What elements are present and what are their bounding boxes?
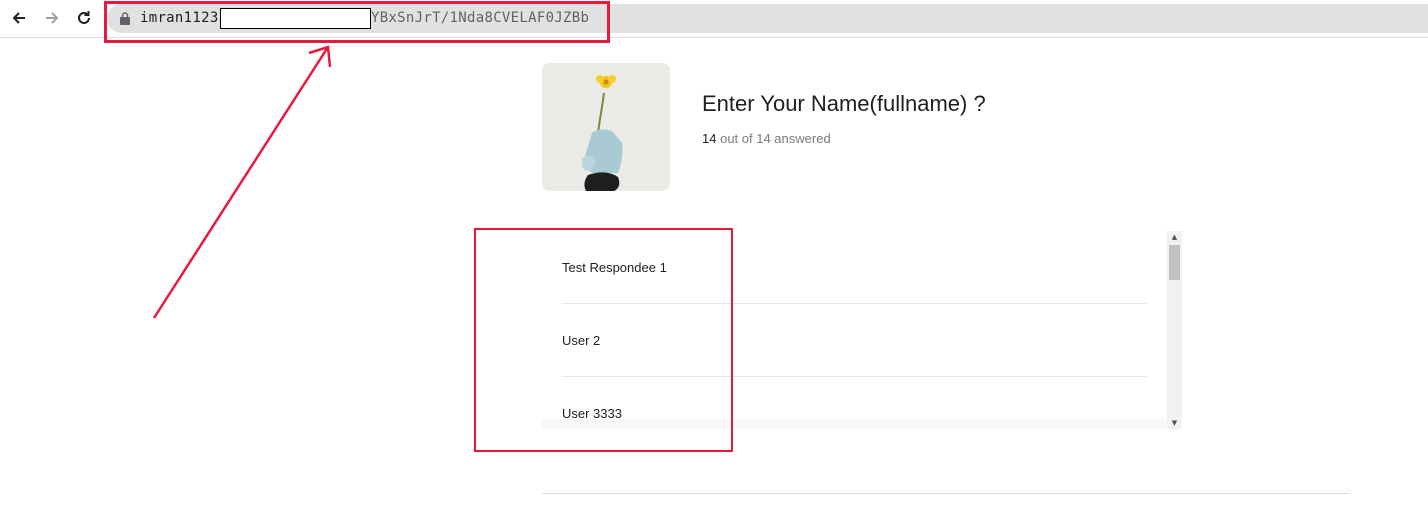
arrow-left-icon bbox=[12, 12, 25, 24]
reload-button[interactable] bbox=[70, 5, 98, 31]
url-text-start: imran1123 bbox=[140, 10, 219, 26]
url-redaction-box bbox=[220, 8, 371, 29]
response-list-scrollbar[interactable]: ▲ ▼ bbox=[1167, 231, 1182, 429]
url-text-end: YBxSnJrT/1Nda8CVELAF0JZBb bbox=[371, 10, 590, 26]
scroll-down-arrow-icon[interactable]: ▼ bbox=[1167, 417, 1182, 429]
question-title: Enter Your Name(fullname) ? bbox=[702, 91, 986, 116]
back-button[interactable] bbox=[5, 5, 33, 31]
address-bar[interactable]: imran1123 YBxSnJrT/1Nda8CVELAF0JZBb bbox=[107, 4, 1428, 33]
list-item: Test Respondee 1 bbox=[562, 231, 1147, 304]
list-bottom-fade bbox=[542, 419, 1167, 429]
browser-toolbar: imran1123 YBxSnJrT/1Nda8CVELAF0JZBb bbox=[0, 0, 1428, 38]
arrow-right-icon bbox=[46, 12, 59, 24]
response-list[interactable]: Test Respondee 1 User 2 User 3333 bbox=[542, 231, 1182, 429]
scrollbar-thumb[interactable] bbox=[1169, 245, 1180, 280]
reload-icon bbox=[78, 11, 90, 24]
question-image bbox=[542, 63, 670, 191]
answered-label: out of 14 answered bbox=[720, 131, 831, 146]
lock-icon bbox=[120, 12, 130, 25]
response-text: Test Respondee 1 bbox=[562, 260, 667, 275]
list-item: User 2 bbox=[562, 304, 1147, 377]
answered-count: 14 bbox=[702, 131, 717, 146]
forward-button[interactable] bbox=[38, 5, 66, 31]
response-text: User 2 bbox=[562, 333, 601, 348]
section-divider bbox=[542, 493, 1350, 494]
scroll-up-arrow-icon[interactable]: ▲ bbox=[1167, 231, 1182, 243]
flower-vase-illustration bbox=[542, 63, 670, 191]
answered-summary: 14 out of 14 answered bbox=[702, 131, 831, 146]
